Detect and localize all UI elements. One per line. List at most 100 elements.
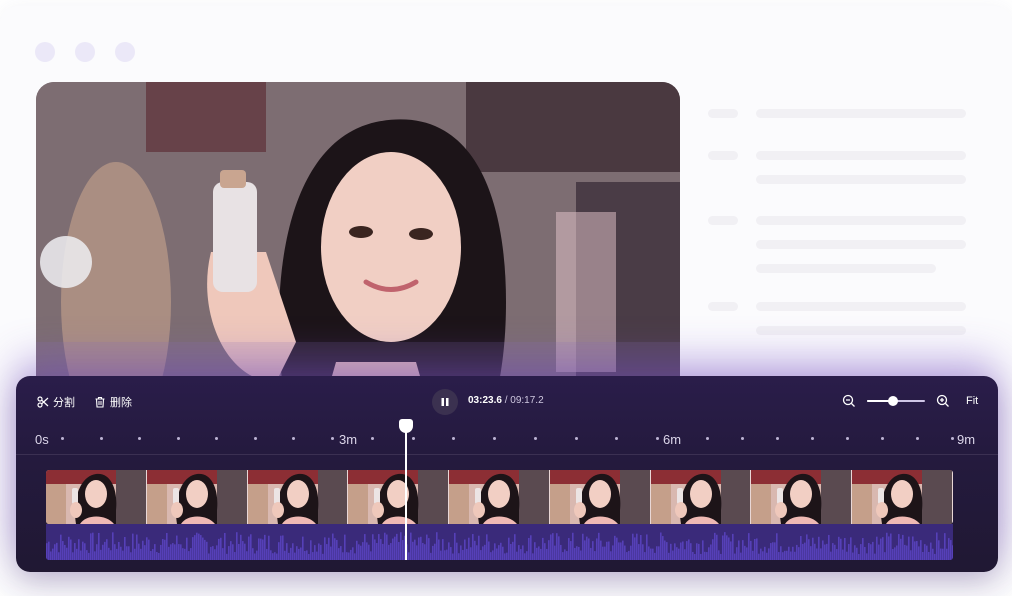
waveform-bar xyxy=(474,540,476,560)
waveform-bar xyxy=(482,546,484,560)
split-button[interactable]: 分割 xyxy=(37,394,75,410)
waveform-bar xyxy=(228,546,230,560)
waveform-bar xyxy=(668,552,670,560)
ruler-tick xyxy=(846,437,849,440)
waveform-bar xyxy=(512,541,514,560)
waveform-bar xyxy=(496,548,498,560)
waveform-bar xyxy=(522,545,524,560)
waveform-bar xyxy=(66,547,68,560)
waveform-bar xyxy=(866,553,868,560)
waveform-bar xyxy=(898,534,900,560)
audio-track[interactable] xyxy=(46,524,953,560)
waveform-bar xyxy=(330,546,332,560)
playhead-line[interactable] xyxy=(405,426,407,560)
waveform-bar xyxy=(246,551,248,560)
waveform-bar xyxy=(926,545,928,560)
waveform-bar xyxy=(284,550,286,560)
waveform-bar xyxy=(376,543,378,560)
waveform-bar xyxy=(826,543,828,560)
delete-button[interactable]: 删除 xyxy=(94,394,132,410)
ruler-tick xyxy=(656,437,659,440)
waveform-bar xyxy=(392,538,394,560)
waveform-bar xyxy=(172,543,174,560)
waveform-bar xyxy=(96,544,98,560)
waveform-bar xyxy=(364,534,366,560)
waveform-bar xyxy=(646,534,648,560)
waveform-bar xyxy=(68,536,70,560)
waveform-bar xyxy=(940,548,942,560)
video-thumbnail xyxy=(146,470,248,524)
window-dot-minimize[interactable] xyxy=(75,42,95,62)
waveform-bar xyxy=(164,539,166,560)
waveform-bar xyxy=(806,534,808,560)
time-separator: / xyxy=(504,395,508,406)
waveform-bar xyxy=(134,548,136,560)
waveform-bar xyxy=(582,533,584,560)
waveform-bar xyxy=(432,545,434,560)
waveform-bar xyxy=(476,545,478,560)
waveform-bar xyxy=(384,532,386,560)
fit-button[interactable]: Fit xyxy=(966,395,978,407)
waveform-bar xyxy=(398,542,400,560)
waveform-bar xyxy=(472,534,474,560)
trash-icon xyxy=(95,396,105,408)
pause-button[interactable] xyxy=(432,389,458,415)
ruler-tick xyxy=(811,437,814,440)
waveform-bar xyxy=(100,549,102,560)
waveform-bar xyxy=(654,552,656,560)
waveform-bar xyxy=(842,549,844,560)
waveform-bar xyxy=(912,536,914,560)
waveform-bar xyxy=(876,536,878,560)
waveform-bar xyxy=(306,550,308,560)
waveform-bar xyxy=(520,549,522,560)
waveform-bar xyxy=(794,551,796,560)
waveform-bar xyxy=(326,544,328,560)
waveform-bar xyxy=(274,552,276,560)
waveform-bar xyxy=(74,543,76,560)
waveform-bar xyxy=(180,544,182,560)
waveform-bar xyxy=(670,543,672,560)
waveform-bar xyxy=(932,548,934,560)
waveform-bar xyxy=(346,552,348,560)
waveform-bar xyxy=(620,542,622,560)
waveform-bar xyxy=(78,539,80,560)
waveform-bar xyxy=(814,543,816,560)
waveform-bar xyxy=(622,540,624,560)
waveform-bar xyxy=(796,544,798,560)
waveform-bar xyxy=(226,553,228,560)
playhead-handle[interactable] xyxy=(399,419,413,433)
waveform-bar xyxy=(838,536,840,560)
waveform-bar xyxy=(320,544,322,560)
waveform-bar xyxy=(860,544,862,560)
zoom-slider-handle[interactable] xyxy=(888,396,899,406)
waveform-bar xyxy=(934,553,936,560)
waveform-bar xyxy=(428,538,430,560)
waveform-bar xyxy=(422,542,424,560)
waveform-bar xyxy=(744,545,746,560)
waveform-bar xyxy=(86,550,88,560)
waveform-bar xyxy=(334,538,336,560)
waveform-bar xyxy=(640,534,642,560)
waveform-bar xyxy=(368,544,370,560)
waveform-bar xyxy=(616,537,618,560)
waveform-bar xyxy=(820,548,822,560)
waveform-bar xyxy=(552,533,554,560)
waveform-bar xyxy=(154,544,156,560)
window-dot-maximize[interactable] xyxy=(115,42,135,62)
zoom-out-icon[interactable] xyxy=(842,394,856,408)
waveform-bar xyxy=(322,553,324,560)
waveform-bar xyxy=(342,552,344,560)
waveform-bar xyxy=(848,544,850,560)
waveform-bar xyxy=(700,553,702,560)
window-dot-close[interactable] xyxy=(35,42,55,62)
waveform-bar xyxy=(906,545,908,560)
video-track[interactable] xyxy=(46,470,953,524)
waveform-bar xyxy=(750,540,752,560)
video-thumbnail xyxy=(751,470,853,524)
waveform-bar xyxy=(110,550,112,560)
waveform-bar xyxy=(648,546,650,560)
waveform-bar xyxy=(852,552,854,560)
waveform-bar xyxy=(562,552,564,560)
waveform-bar xyxy=(424,544,426,560)
zoom-in-icon[interactable] xyxy=(936,394,950,408)
